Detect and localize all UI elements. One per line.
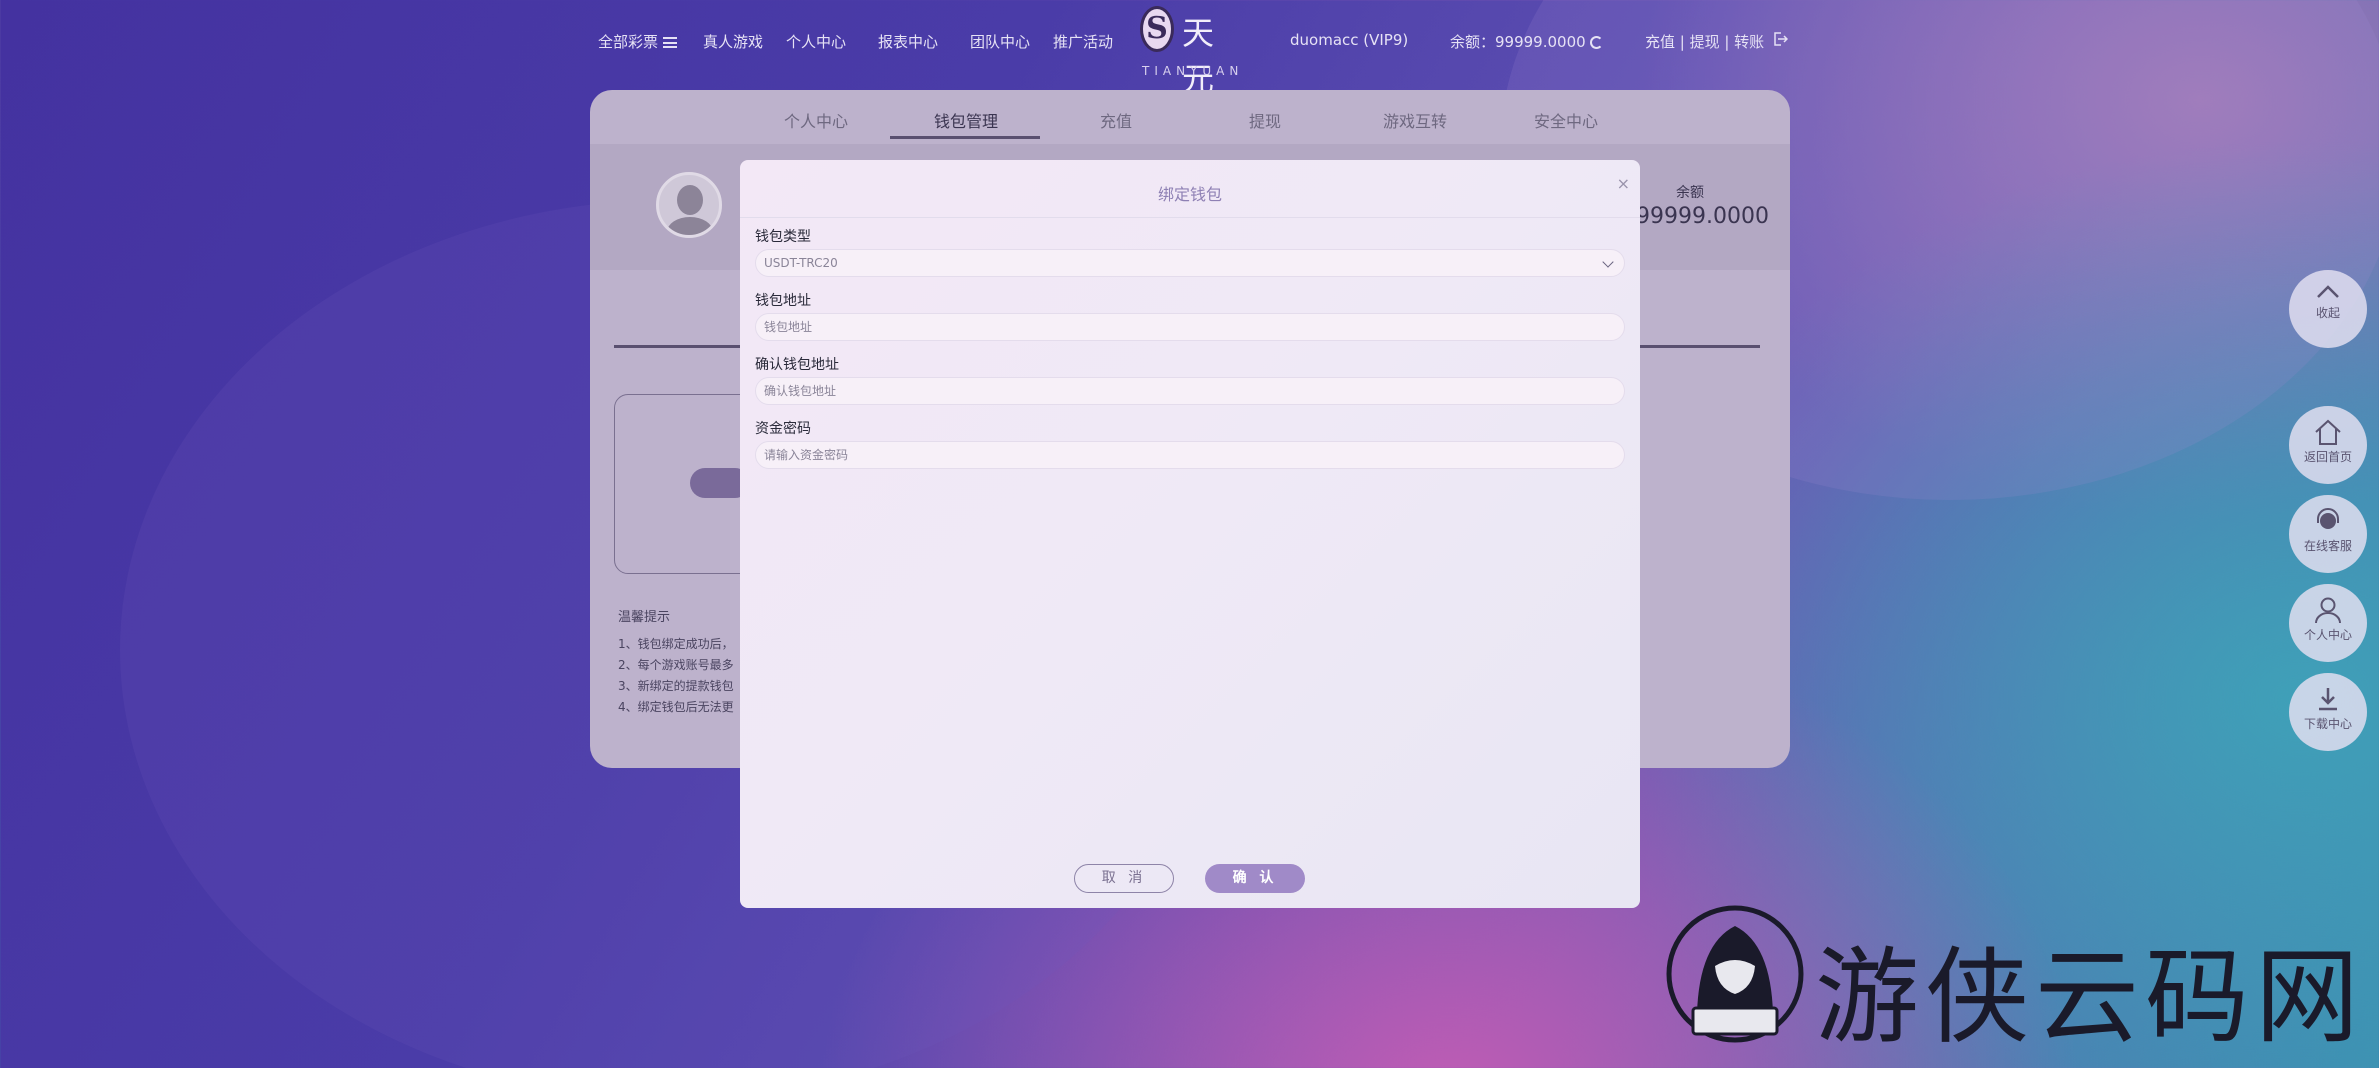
confirm-address-input[interactable]: [764, 378, 1624, 404]
personal-button[interactable]: 个人中心: [2289, 584, 2367, 662]
user-icon: [2315, 597, 2341, 624]
bind-wallet-modal: 绑定钱包 × 钱包类型 USDT-TRC20 钱包地址 确认钱包地址 资金密码 …: [740, 160, 1640, 908]
confirm-button[interactable]: 确 认: [1205, 864, 1305, 893]
confirm-address-label: 确认钱包地址: [755, 357, 839, 373]
watermark-text: 游侠云码网: [1815, 936, 2366, 1058]
tab-deposit[interactable]: 充值: [1100, 108, 1132, 132]
wallet-address-input[interactable]: [764, 314, 1624, 340]
tab-game-transfer[interactable]: 游戏互转: [1383, 108, 1447, 132]
tab-personal-center[interactable]: 个人中心: [784, 108, 848, 132]
avatar-body: [667, 217, 713, 235]
wallet-address-label: 钱包地址: [755, 293, 811, 309]
home-label: 返回首页: [2303, 450, 2352, 464]
collapse-label: 收起: [2315, 306, 2340, 320]
fund-password-input[interactable]: [764, 442, 1624, 468]
menu-icon: [663, 37, 678, 48]
tip-item: 4、绑定钱包后无法更: [618, 700, 734, 714]
nav-reports[interactable]: 报表中心: [878, 31, 938, 52]
wallet-type-value: USDT-TRC20: [764, 256, 838, 270]
site-logo[interactable]: S 天元 TIANYUAN: [1140, 6, 1244, 98]
modal-title: 绑定钱包: [1157, 185, 1222, 204]
download-button[interactable]: 下载中心: [2289, 673, 2367, 751]
logo-symbol: S: [1140, 6, 1174, 52]
download-icon: [2319, 688, 2337, 711]
avatar-head: [677, 185, 703, 215]
avatar: [656, 172, 722, 238]
fund-password-label: 资金密码: [755, 421, 811, 437]
top-navigation: 全部彩票 真人游戏 个人中心 报表中心 团队中心 推广活动 S 天元 TIANY…: [0, 0, 2379, 98]
confirm-address-field-wrapper: [755, 377, 1625, 405]
support-label: 在线客服: [2303, 539, 2352, 553]
download-label: 下载中心: [2303, 717, 2352, 731]
logo-english-text: TIANYUAN: [1142, 64, 1244, 78]
tab-wallet-management[interactable]: 钱包管理: [934, 108, 998, 132]
home-button[interactable]: 返回首页: [2289, 406, 2367, 484]
tab-withdraw[interactable]: 提现: [1249, 108, 1281, 132]
logout-icon[interactable]: [1772, 31, 1788, 47]
wallet-address-field-wrapper: [755, 313, 1625, 341]
fund-password-field-wrapper: [755, 441, 1625, 469]
tab-security-center[interactable]: 安全中心: [1534, 108, 1598, 132]
nav-team-center[interactable]: 团队中心: [970, 31, 1030, 52]
balance-text: 余额：99999.0000: [1450, 33, 1586, 51]
watermark: 游侠云码网: [1655, 900, 2379, 1068]
refresh-icon[interactable]: [1589, 36, 1603, 49]
chevron-up-icon: [2317, 285, 2339, 298]
close-icon[interactable]: ×: [1617, 174, 1630, 193]
active-tab-indicator: [890, 136, 1040, 139]
collapse-button[interactable]: 收起: [2289, 270, 2367, 348]
wallet-type-select[interactable]: USDT-TRC20: [755, 249, 1625, 277]
hacker-logo-icon: [1666, 905, 1804, 1043]
nav-promo[interactable]: 推广活动: [1053, 31, 1113, 52]
account-links[interactable]: 充值 | 提现 | 转账: [1645, 31, 1764, 52]
tips-title: 温馨提示: [618, 610, 671, 625]
username[interactable]: duomacc (VIP9): [1290, 31, 1408, 49]
logo-chinese-text: 天元: [1182, 14, 1215, 98]
cancel-button[interactable]: 取 消: [1074, 864, 1174, 893]
nav-all-lottery[interactable]: 全部彩票: [598, 31, 678, 52]
modal-divider: [740, 217, 1640, 218]
home-icon: [2315, 419, 2341, 445]
support-button[interactable]: 在线客服: [2289, 495, 2367, 573]
nav-personal-center[interactable]: 个人中心: [786, 31, 846, 52]
balance-value: 99999.0000: [1636, 204, 1769, 229]
tip-item: 2、每个游戏账号最多: [618, 658, 734, 672]
personal-label: 个人中心: [2303, 628, 2352, 642]
balance-display: 余额：99999.0000: [1450, 31, 1603, 52]
panel-tabs: 个人中心 钱包管理 充值 提现 游戏互转 安全中心: [590, 90, 1790, 140]
tip-item: 1、钱包绑定成功后，: [618, 637, 734, 651]
balance-label: 余额: [1676, 185, 1704, 201]
headset-icon: [2317, 508, 2339, 529]
chevron-down-icon: [1602, 256, 1614, 268]
tip-item: 3、新绑定的提款钱包: [618, 679, 734, 693]
wallet-type-label: 钱包类型: [755, 229, 811, 245]
nav-live-games[interactable]: 真人游戏: [703, 31, 763, 52]
nav-all-lottery-label: 全部彩票: [598, 33, 659, 51]
